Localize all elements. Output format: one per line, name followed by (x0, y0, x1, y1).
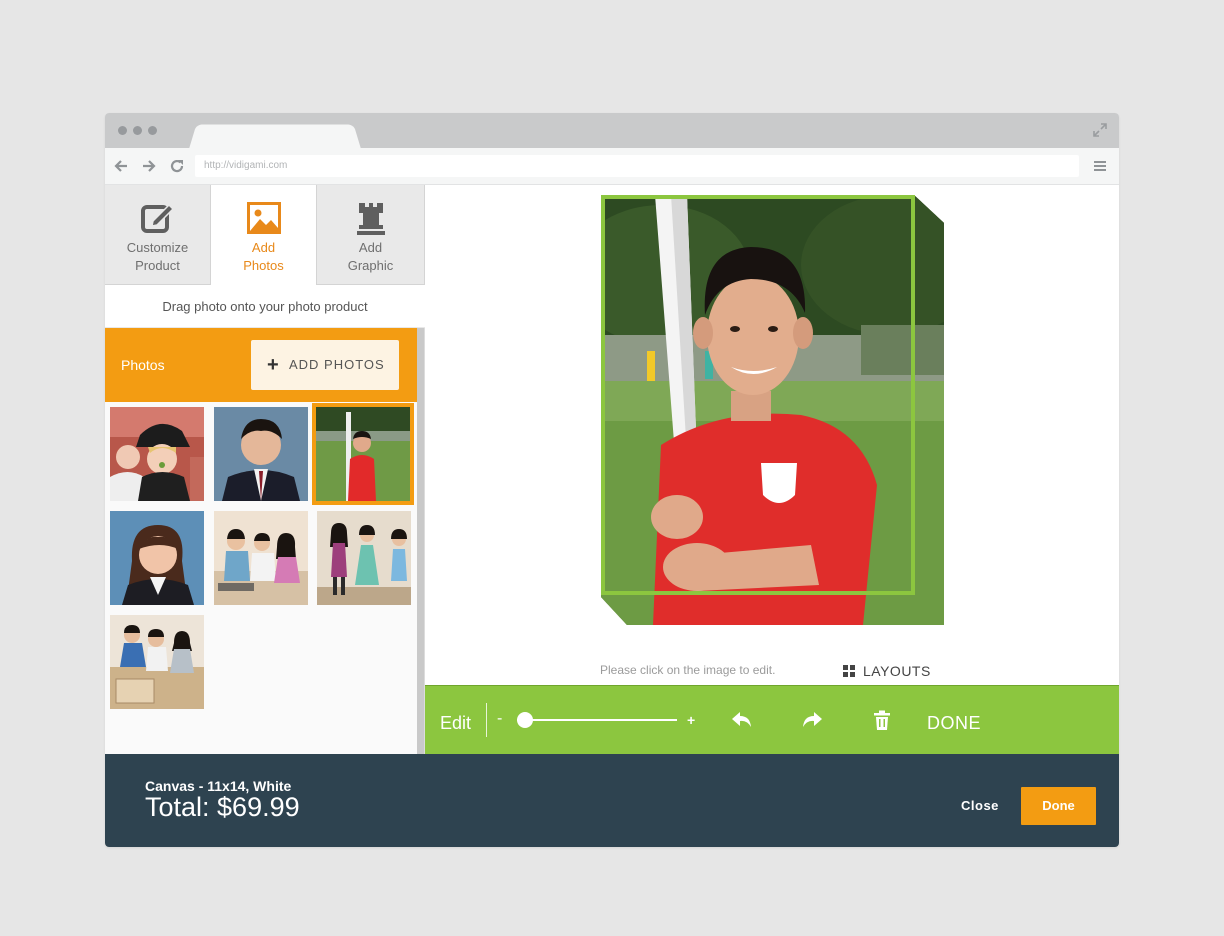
photo-thumbnail[interactable] (110, 511, 204, 605)
undo-icon[interactable] (731, 710, 753, 730)
tab-line2: Graphic (347, 258, 394, 273)
redo-icon[interactable] (801, 710, 823, 730)
zoom-in-button[interactable]: + (687, 686, 695, 754)
grid-icon (843, 665, 855, 677)
done-button[interactable]: Done (1021, 787, 1096, 825)
photo-image (317, 511, 411, 605)
tab-line2: Product (135, 258, 180, 273)
rook-icon (356, 203, 385, 235)
photo-image (316, 407, 410, 501)
url-input[interactable]: http://vidigami.com (195, 155, 1079, 177)
zoom-slider[interactable] (517, 719, 677, 721)
canvas-product[interactable] (601, 195, 944, 625)
menu-icon[interactable] (1093, 159, 1107, 173)
photos-label: Photos (121, 357, 165, 373)
edit-hint: Please click on the image to edit. (600, 663, 776, 677)
address-bar: http://vidigami.com (105, 148, 1119, 185)
toolbar-done-button[interactable]: DONE (927, 686, 981, 760)
edit-toolbar: Edit - + DONE (425, 685, 1119, 754)
photo-image (110, 615, 204, 709)
edit-icon (140, 203, 174, 233)
photo-thumbnail[interactable] (110, 615, 204, 709)
tab-add-graphic[interactable]: Add Graphic (317, 185, 425, 285)
close-button[interactable]: Close (961, 798, 999, 813)
total-price: Total: $69.99 (145, 792, 300, 822)
window-dot[interactable] (118, 126, 127, 135)
expand-icon[interactable] (1093, 123, 1107, 137)
tab-line1: Customize (126, 240, 189, 255)
photos-header: Photos + ADD PHOTOS (105, 328, 417, 402)
refresh-icon[interactable] (168, 157, 186, 175)
photo-image (110, 511, 204, 605)
add-photos-button[interactable]: + ADD PHOTOS (251, 340, 399, 390)
plus-icon: + (267, 354, 280, 376)
forward-arrow-icon[interactable] (140, 157, 158, 175)
zoom-out-button[interactable]: - (497, 686, 502, 752)
photo-grid (105, 402, 417, 754)
edit-label: Edit (440, 713, 472, 733)
photo-thumbnail[interactable] (317, 511, 411, 605)
image-icon (246, 202, 281, 234)
photo-thumbnail-selected[interactable] (312, 403, 414, 505)
browser-window: http://vidigami.com Customize Product Ad… (105, 113, 1119, 847)
footer-bar: Canvas - 11x14, White Total: $69.99 Clos… (105, 754, 1119, 847)
photo-image (214, 407, 308, 501)
layouts-label: LAYOUTS (863, 663, 931, 679)
photo-thumbnail[interactable] (214, 407, 308, 501)
browser-tab[interactable] (189, 124, 361, 149)
photo-image (110, 407, 204, 501)
window-dot[interactable] (133, 126, 142, 135)
back-arrow-icon[interactable] (112, 157, 130, 175)
drag-hint: Drag photo onto your photo product (105, 285, 425, 328)
tab-add-photos[interactable]: Add Photos (211, 185, 317, 285)
layouts-button[interactable]: LAYOUTS (843, 663, 931, 679)
trash-icon[interactable] (872, 710, 892, 730)
left-panel: Customize Product Add Photos Add Graphic… (105, 185, 425, 754)
tab-line1: Add (358, 240, 383, 255)
toolbar-divider (486, 703, 487, 737)
photo-image (214, 511, 308, 605)
browser-titlebar (105, 113, 1119, 149)
tab-customize-product[interactable]: Customize Product (105, 185, 211, 285)
zoom-slider-handle[interactable] (517, 712, 533, 728)
panel-tabs: Customize Product Add Photos Add Graphic (105, 185, 425, 285)
scrollbar[interactable] (417, 328, 424, 754)
tab-line1: Add (251, 240, 276, 255)
tab-line2: Photos (243, 258, 284, 273)
window-dot[interactable] (148, 126, 157, 135)
selection-frame[interactable] (601, 195, 915, 595)
photo-thumbnail[interactable] (214, 511, 308, 605)
canvas-area: Please click on the image to edit. LAYOU… (425, 185, 1119, 685)
photo-thumbnail[interactable] (110, 407, 204, 501)
add-photos-label: ADD PHOTOS (289, 357, 385, 372)
